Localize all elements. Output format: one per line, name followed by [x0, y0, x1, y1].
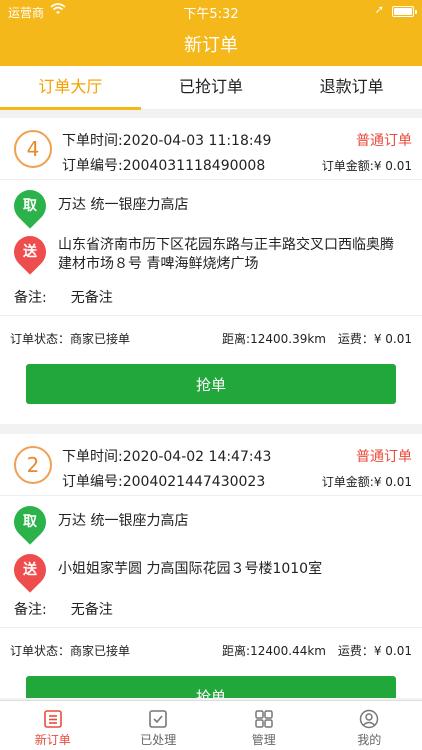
bottom-tab-label: 新订单	[34, 733, 71, 747]
battery-icon	[392, 6, 417, 17]
order-number-badge: 2	[14, 446, 52, 484]
remark-row: 备注: 无备注	[0, 280, 422, 316]
delivery-pin-icon: 送	[7, 547, 53, 593]
order-time-line: 下单时间:2020-04-02 14:47:43	[62, 446, 271, 466]
remark-value: 无备注	[70, 602, 113, 618]
distance-label: 距离:	[222, 332, 251, 346]
remark-label: 备注:	[14, 290, 47, 306]
order-time: 2020-04-02 14:47:43	[122, 449, 272, 465]
pickup-address: 万达 统一银座力高店	[58, 196, 189, 213]
bottom-tab-manage[interactable]: 管理	[211, 701, 317, 750]
order-fee: 运费：¥ 0.01	[338, 642, 412, 659]
order-state-value: 商家已接单	[70, 332, 131, 346]
distance-value: 12400.39km	[250, 332, 326, 346]
fee-value: ¥ 0.01	[373, 644, 412, 658]
order-header: 2 下单时间:2020-04-02 14:47:43 订单编号:20040214…	[0, 434, 422, 496]
clock: 下午5:32	[183, 7, 239, 22]
pickup-pin-icon: 取	[7, 499, 53, 545]
list-icon	[43, 710, 62, 728]
order-time-line: 下单时间:2020-04-03 11:18:49	[62, 130, 271, 150]
page-title: 新订单	[0, 22, 422, 66]
order-state-label: 订单状态：	[10, 644, 71, 658]
location-icon: ➚	[374, 3, 384, 16]
order-type: 普通订单	[356, 449, 412, 465]
grab-button-wrap: 抢单	[0, 364, 422, 424]
order-card: 2 下单时间:2020-04-02 14:47:43 订单编号:20040214…	[0, 434, 422, 698]
bottom-tab-processed[interactable]: 已处理	[106, 701, 212, 750]
pickup-row: 取 万达 统一银座力高店	[0, 180, 422, 230]
fee-label: 运费：	[337, 644, 374, 658]
delivery-address: 山东省济南市历下区花园东路与正丰路交叉口西临奥腾建材市场８号 青啤海鲜烧烤广场	[58, 237, 394, 272]
delivery-address: 小姐姐家芋圆 力高国际花园３号楼1010室	[58, 560, 323, 577]
bottom-tab-label: 我的	[357, 733, 382, 747]
state-row: 订单状态：商家已接单 距离:12400.44km 运费：¥ 0.01	[0, 628, 422, 672]
order-time-label: 下单时间:	[62, 133, 123, 149]
order-card: 4 下单时间:2020-04-03 11:18:49 订单编号:20040311…	[0, 118, 422, 424]
order-amount: ¥ 0.01	[373, 159, 412, 173]
bottom-tab-new-orders[interactable]: 新订单	[0, 701, 106, 750]
order-distance: 距离:12400.39km	[222, 330, 326, 347]
order-state: 订单状态：商家已接单	[10, 330, 130, 347]
bottom-tab-label: 管理	[251, 733, 276, 747]
order-state-value: 商家已接单	[70, 644, 131, 658]
delivery-row: 送 小姐姐家芋圆 力高国际花园３号楼1010室	[0, 546, 422, 593]
remark-value: 无备注	[70, 290, 113, 306]
order-time-label: 下单时间:	[62, 449, 123, 465]
check-box-icon	[149, 710, 168, 728]
delivery-row: 送 山东省济南市历下区花园东路与正丰路交叉口西临奥腾建材市场８号 青啤海鲜烧烤广…	[0, 229, 422, 280]
order-no-label: 订单编号:	[62, 474, 123, 490]
pickup-pin-icon: 取	[7, 183, 53, 229]
tab-order-hall[interactable]: 订单大厅	[0, 66, 141, 110]
tab-refund-orders[interactable]: 退款订单	[281, 66, 422, 109]
remark-row: 备注: 无备注	[0, 592, 422, 628]
order-amount-label: 订单金额:	[321, 159, 374, 173]
remark-label: 备注:	[14, 602, 47, 618]
bottom-tab-bar: 新订单 已处理 管理 我的	[0, 700, 422, 750]
delivery-pin-icon: 送	[7, 229, 53, 275]
order-amount-label: 订单金额:	[321, 475, 374, 489]
order-no: 2004031118490008	[122, 158, 266, 174]
grab-button-wrap: 抢单	[0, 676, 422, 698]
status-bar: 运营商 下午5:32 ➚	[0, 0, 422, 22]
order-time: 2020-04-03 11:18:49	[122, 133, 272, 149]
fee-label: 运费：	[337, 332, 374, 346]
bottom-tab-mine[interactable]: 我的	[317, 701, 422, 750]
pickup-row: 取 万达 统一银座力高店	[0, 496, 422, 546]
order-amount: ¥ 0.01	[373, 475, 412, 489]
distance-label: 距离:	[222, 644, 251, 658]
tab-grabbed-orders[interactable]: 已抢订单	[141, 66, 282, 109]
distance-value: 12400.44km	[250, 644, 326, 658]
order-type: 普通订单	[356, 133, 412, 149]
order-no-label: 订单编号:	[62, 158, 123, 174]
order-fee: 运费：¥ 0.01	[338, 330, 412, 347]
tab-bar: 订单大厅 已抢订单 退款订单	[0, 66, 422, 110]
fee-value: ¥ 0.01	[373, 332, 412, 346]
grab-order-button[interactable]: 抢单	[26, 364, 396, 404]
state-row: 订单状态：商家已接单 距离:12400.39km 运费：¥ 0.01	[0, 316, 422, 360]
order-header: 4 下单时间:2020-04-03 11:18:49 订单编号:20040311…	[0, 118, 422, 180]
order-state-label: 订单状态：	[10, 332, 71, 346]
order-amount-line: 订单金额:¥ 0.01	[322, 157, 412, 174]
pickup-address: 万达 统一银座力高店	[58, 512, 189, 529]
order-number-badge: 4	[14, 130, 52, 168]
grid-icon	[255, 710, 273, 728]
order-state: 订单状态：商家已接单	[10, 642, 130, 659]
order-distance: 距离:12400.44km	[222, 642, 326, 659]
order-list[interactable]: 4 下单时间:2020-04-03 11:18:49 订单编号:20040311…	[0, 118, 422, 698]
grab-order-button[interactable]: 抢单	[26, 676, 396, 698]
order-no: 2004021447430023	[122, 474, 266, 490]
order-amount-line: 订单金额:¥ 0.01	[322, 473, 412, 490]
bottom-tab-label: 已处理	[140, 733, 177, 747]
user-icon	[360, 709, 379, 729]
order-no-line: 订单编号:2004031118490008	[62, 155, 265, 175]
order-no-line: 订单编号:2004021447430023	[62, 471, 265, 491]
